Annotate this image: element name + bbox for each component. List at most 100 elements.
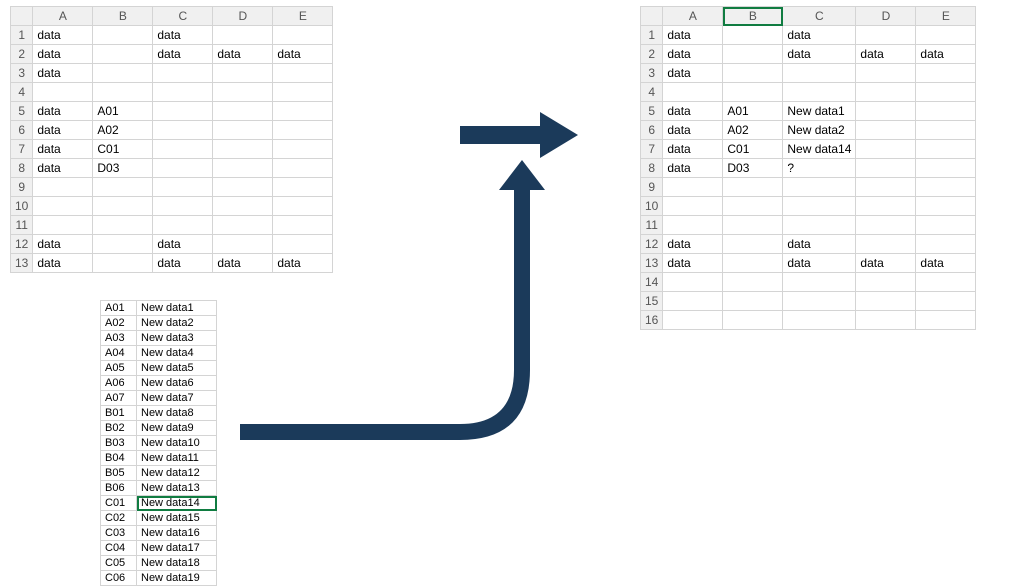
cell[interactable]: [33, 197, 93, 216]
row-header[interactable]: 11: [11, 216, 33, 235]
cell[interactable]: [93, 254, 153, 273]
cell[interactable]: C01: [723, 140, 783, 159]
column-header-B[interactable]: B: [93, 7, 153, 26]
column-header-A[interactable]: A: [33, 7, 93, 26]
row-header[interactable]: 4: [641, 83, 663, 102]
row-header[interactable]: 6: [641, 121, 663, 140]
lookup-key[interactable]: A04: [101, 346, 137, 361]
row-header[interactable]: 15: [641, 292, 663, 311]
cell[interactable]: [273, 64, 333, 83]
cell[interactable]: [856, 64, 916, 83]
row-header[interactable]: 1: [641, 26, 663, 45]
cell[interactable]: [153, 159, 213, 178]
cell[interactable]: data: [663, 140, 723, 159]
cell[interactable]: [273, 140, 333, 159]
cell[interactable]: [153, 102, 213, 121]
lookup-value[interactable]: New data15: [137, 511, 217, 526]
cell[interactable]: data: [916, 254, 976, 273]
cell[interactable]: A01: [723, 102, 783, 121]
cell[interactable]: [663, 292, 723, 311]
row-header[interactable]: 2: [641, 45, 663, 64]
column-header-C[interactable]: C: [153, 7, 213, 26]
lookup-key[interactable]: A01: [101, 301, 137, 316]
cell[interactable]: [213, 26, 273, 45]
cell[interactable]: [273, 102, 333, 121]
cell[interactable]: [663, 311, 723, 330]
cell[interactable]: data: [153, 235, 213, 254]
cell[interactable]: [723, 311, 783, 330]
cell[interactable]: [916, 292, 976, 311]
column-header-E[interactable]: E: [916, 7, 976, 26]
cell[interactable]: [153, 178, 213, 197]
cell[interactable]: [856, 26, 916, 45]
lookup-value[interactable]: New data5: [137, 361, 217, 376]
cell[interactable]: [723, 273, 783, 292]
lookup-key[interactable]: C01: [101, 496, 137, 511]
cell[interactable]: [856, 178, 916, 197]
row-header[interactable]: 9: [641, 178, 663, 197]
column-header-C[interactable]: C: [783, 7, 856, 26]
column-header-A[interactable]: A: [663, 7, 723, 26]
cell[interactable]: [783, 311, 856, 330]
cell[interactable]: [783, 292, 856, 311]
cell[interactable]: data: [213, 45, 273, 64]
select-all-corner[interactable]: [11, 7, 33, 26]
cell[interactable]: data: [663, 64, 723, 83]
cell[interactable]: [93, 45, 153, 64]
cell[interactable]: [916, 64, 976, 83]
cell[interactable]: [856, 140, 916, 159]
cell[interactable]: data: [663, 235, 723, 254]
cell[interactable]: [856, 273, 916, 292]
cell[interactable]: data: [916, 45, 976, 64]
cell[interactable]: data: [856, 254, 916, 273]
cell[interactable]: D03: [93, 159, 153, 178]
row-header[interactable]: 2: [11, 45, 33, 64]
lookup-key[interactable]: B06: [101, 481, 137, 496]
row-header[interactable]: 7: [641, 140, 663, 159]
cell[interactable]: [916, 216, 976, 235]
lookup-value[interactable]: New data12: [137, 466, 217, 481]
cell[interactable]: [663, 216, 723, 235]
cell[interactable]: [916, 83, 976, 102]
column-header-D[interactable]: D: [856, 7, 916, 26]
cell[interactable]: New data14: [783, 140, 856, 159]
lookup-value[interactable]: New data9: [137, 421, 217, 436]
cell[interactable]: [663, 197, 723, 216]
cell[interactable]: [93, 197, 153, 216]
lookup-value[interactable]: New data4: [137, 346, 217, 361]
cell[interactable]: data: [273, 45, 333, 64]
lookup-key[interactable]: C04: [101, 541, 137, 556]
cell[interactable]: [33, 216, 93, 235]
cell[interactable]: [916, 159, 976, 178]
row-header[interactable]: 13: [641, 254, 663, 273]
cell[interactable]: [783, 273, 856, 292]
cell[interactable]: [783, 64, 856, 83]
cell[interactable]: [916, 178, 976, 197]
cell[interactable]: [856, 159, 916, 178]
cell[interactable]: [153, 83, 213, 102]
cell[interactable]: data: [783, 235, 856, 254]
column-header-B[interactable]: B: [723, 7, 783, 26]
cell[interactable]: data: [663, 159, 723, 178]
lookup-value[interactable]: New data8: [137, 406, 217, 421]
cell[interactable]: A01: [93, 102, 153, 121]
cell[interactable]: [273, 26, 333, 45]
select-all-corner[interactable]: [641, 7, 663, 26]
cell[interactable]: [856, 235, 916, 254]
lookup-value[interactable]: New data14: [137, 496, 217, 511]
cell[interactable]: [153, 64, 213, 83]
cell[interactable]: [153, 140, 213, 159]
cell[interactable]: [916, 140, 976, 159]
cell[interactable]: [93, 235, 153, 254]
cell[interactable]: [723, 45, 783, 64]
cell[interactable]: data: [783, 254, 856, 273]
row-header[interactable]: 10: [641, 197, 663, 216]
cell[interactable]: [916, 26, 976, 45]
cell[interactable]: data: [33, 26, 93, 45]
cell[interactable]: [916, 102, 976, 121]
row-header[interactable]: 8: [11, 159, 33, 178]
row-header[interactable]: 13: [11, 254, 33, 273]
lookup-value[interactable]: New data19: [137, 571, 217, 586]
column-header-D[interactable]: D: [213, 7, 273, 26]
cell[interactable]: data: [856, 45, 916, 64]
